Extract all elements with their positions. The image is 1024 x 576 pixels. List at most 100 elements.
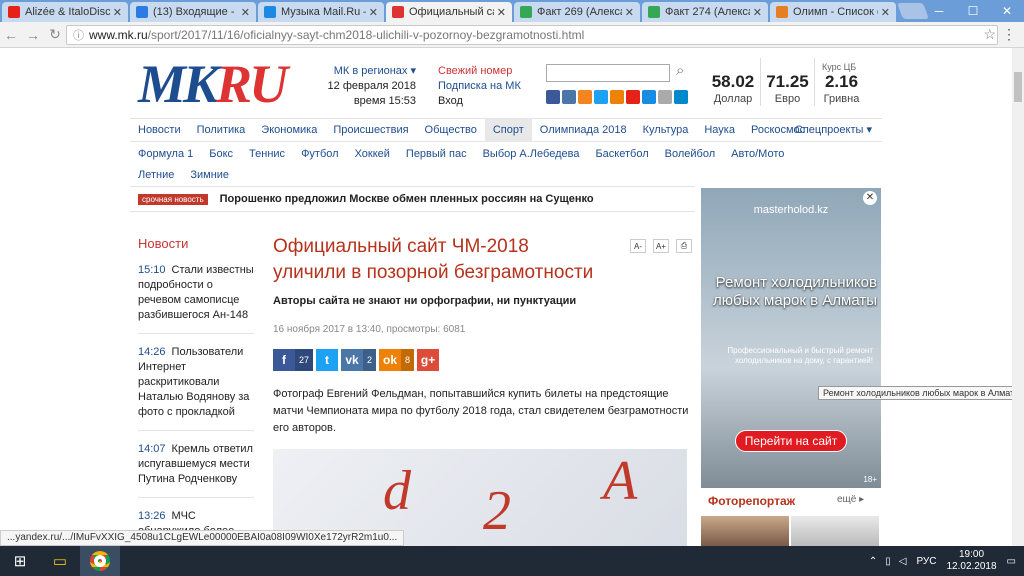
tab-close-icon[interactable]: ✕ xyxy=(881,6,890,19)
vertical-scrollbar[interactable] xyxy=(1012,48,1024,546)
menu-item[interactable]: Общество xyxy=(417,118,485,142)
chrome-icon[interactable] xyxy=(80,546,120,576)
windows-start-icon[interactable]: ⊞ xyxy=(0,546,40,576)
clock[interactable]: 19:00 12.02.2018 xyxy=(946,549,996,573)
social-network-icon[interactable] xyxy=(642,90,656,104)
browser-tab[interactable]: Alizée & ItaloDisco ✕ xyxy=(2,2,128,22)
olympics-submenu: Летние Зимние xyxy=(130,163,237,187)
share-button[interactable]: g+ xyxy=(417,349,440,371)
social-network-icon[interactable] xyxy=(594,90,608,104)
fresh-issue-link[interactable]: Свежий номер xyxy=(438,64,521,79)
share-button[interactable]: ok 8 xyxy=(379,349,415,371)
share-button[interactable]: f 27 xyxy=(273,349,314,371)
special-projects-menu[interactable]: Спецпроекты ▾ xyxy=(795,118,872,142)
notifications-icon[interactable]: ▭ xyxy=(1007,556,1016,567)
reload-icon[interactable]: ↻ xyxy=(44,26,66,43)
site-logo[interactable]: MKRU xyxy=(138,57,306,111)
browser-tab[interactable]: (13) Входящие - Почта✕ xyxy=(130,2,256,22)
volume-icon[interactable]: ◁ xyxy=(899,556,907,567)
advertisement[interactable]: ✕ masterholod.kz Ремонт холодильников лю… xyxy=(701,188,881,488)
photoreport-more-link[interactable]: ещё ▸ xyxy=(837,494,864,505)
browser-window: Alizée & ItaloDisco✕(13) Входящие - Почт… xyxy=(0,0,1024,576)
breaking-news-bar[interactable]: срочная новость Порошенко предложил Моск… xyxy=(130,186,695,212)
menu-item[interactable]: Теннис xyxy=(241,142,293,166)
menu-item[interactable]: Культура xyxy=(635,118,697,142)
menu-item[interactable]: Политика xyxy=(189,118,254,142)
photoreport-thumb[interactable] xyxy=(791,516,879,546)
search-icon[interactable]: ⌕ xyxy=(676,62,684,79)
tab-title: Музыка Mail.Ru — слушать xyxy=(281,6,366,18)
menu-item[interactable]: Олимпиада 2018 xyxy=(532,118,635,142)
scrollbar-thumb[interactable] xyxy=(1014,72,1022,102)
menu-item[interactable]: Спорт xyxy=(484,118,532,142)
share-button[interactable]: t xyxy=(316,349,339,371)
tab-close-icon[interactable]: ✕ xyxy=(369,6,378,19)
browser-tab[interactable]: Официальный сайт ЧМ-2018✕ xyxy=(386,2,512,22)
menu-item[interactable]: Происшествия xyxy=(325,118,416,142)
breaking-text[interactable]: Порошенко предложил Москве обмен пленных… xyxy=(220,193,594,205)
menu-item[interactable]: Новости xyxy=(130,118,189,142)
menu-item[interactable]: Футбол xyxy=(293,142,347,166)
social-network-icon[interactable] xyxy=(658,90,672,104)
social-network-icon[interactable] xyxy=(546,90,560,104)
social-network-icon[interactable] xyxy=(626,90,640,104)
menu-item[interactable]: Летние xyxy=(130,163,182,187)
login-link[interactable]: Вход xyxy=(438,94,521,109)
menu-item[interactable]: Выбор А.Лебедева xyxy=(475,142,588,166)
search-input[interactable] xyxy=(546,64,670,82)
tab-close-icon[interactable]: ✕ xyxy=(625,6,634,19)
minimize-icon[interactable]: ─ xyxy=(922,0,956,22)
network-icon[interactable]: ▯ xyxy=(885,556,891,567)
page-info-icon[interactable]: ⓘ xyxy=(73,27,84,43)
back-icon[interactable]: ← xyxy=(0,27,22,43)
browser-tab[interactable]: Факт 269 (Александр✕ xyxy=(514,2,640,22)
keyboard-language[interactable]: РУС xyxy=(916,556,936,567)
menu-item[interactable]: Зимние xyxy=(182,163,237,187)
news-title[interactable]: Новости xyxy=(138,236,254,251)
tab-close-icon[interactable]: ✕ xyxy=(753,6,762,19)
share-ok-icon: ok xyxy=(383,353,398,367)
menu-item[interactable]: Экономика xyxy=(253,118,325,142)
article-tool-button[interactable]: ⎙ xyxy=(676,239,692,253)
subscribe-link[interactable]: Подписка на МК xyxy=(438,79,521,94)
photoreport-thumb[interactable] xyxy=(701,516,789,546)
menu-item[interactable]: Наука xyxy=(696,118,743,142)
browser-tab[interactable]: Олимп - Список спортсменов✕ xyxy=(770,2,896,22)
photoreport-title[interactable]: Фоторепортаж xyxy=(708,494,795,508)
ad-cta-button[interactable]: Перейти на сайт xyxy=(735,430,847,452)
tab-close-icon[interactable]: ✕ xyxy=(113,6,122,19)
article-tool-button[interactable]: A+ xyxy=(653,239,669,253)
tray-arrow-icon[interactable]: ⌃ xyxy=(869,556,877,567)
news-item[interactable]: 15:10 Стали известны подробности о речево… xyxy=(138,263,254,334)
maximize-icon[interactable]: ☐ xyxy=(956,0,990,22)
menu-item[interactable]: Баскетбол xyxy=(587,142,656,166)
share-button[interactable]: vk 2 xyxy=(341,349,377,371)
regions-link[interactable]: МК в регионах ▾ xyxy=(322,64,416,79)
menu-item[interactable]: Хоккей xyxy=(347,142,398,166)
social-network-icon[interactable] xyxy=(674,90,688,104)
tab-close-icon[interactable]: ✕ xyxy=(241,6,250,19)
forward-icon[interactable]: → xyxy=(22,27,44,43)
issue-block: Свежий номер Подписка на МК Вход xyxy=(438,64,521,109)
news-item[interactable]: 14:26 Пользователи Интернет раскритиковал… xyxy=(138,345,254,431)
tab-close-icon[interactable]: ✕ xyxy=(497,6,506,19)
explorer-icon[interactable]: ▭ xyxy=(40,546,80,576)
menu-item[interactable]: Авто/Мото xyxy=(723,142,792,166)
tab-favicon-icon xyxy=(392,6,404,18)
social-network-icon[interactable] xyxy=(562,90,576,104)
social-network-icon[interactable] xyxy=(610,90,624,104)
bookmark-star-icon[interactable]: ☆ xyxy=(983,26,996,43)
menu-item[interactable]: Первый пас xyxy=(398,142,475,166)
address-input[interactable]: ⓘ www.mk.ru /sport/2017/11/16/oficialnyy… xyxy=(66,25,998,45)
menu-item[interactable]: Волейбол xyxy=(657,142,724,166)
share-f-icon: f xyxy=(282,353,286,367)
social-network-icon[interactable] xyxy=(578,90,592,104)
article-title: Официальный сайт ЧМ-2018 уличили в позор… xyxy=(273,236,594,283)
close-icon[interactable]: ✕ xyxy=(990,0,1024,22)
browser-tab[interactable]: Факт 274 (Александр✕ xyxy=(642,2,768,22)
browser-menu-icon[interactable]: ⋮ xyxy=(1002,26,1016,43)
ad-close-icon[interactable]: ✕ xyxy=(863,191,877,205)
browser-tab[interactable]: Музыка Mail.Ru — слушать✕ xyxy=(258,2,384,22)
news-item[interactable]: 14:07 Кремль ответил испугавшемуся мести … xyxy=(138,442,254,498)
article-tool-button[interactable]: A- xyxy=(630,239,646,253)
